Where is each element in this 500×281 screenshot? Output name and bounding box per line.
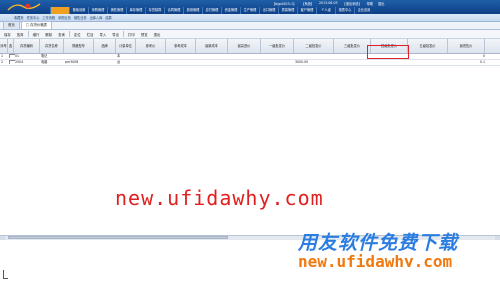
menu-item-14[interactable]: 个人桌 <box>316 7 335 14</box>
column-header-3[interactable]: 存货名称 <box>40 39 64 53</box>
user-info-account: 【bjgs0015-1】 <box>272 2 297 6</box>
tab-bar: 首页 □ 存货价格表 <box>0 21 500 30</box>
menu-item-15[interactable]: 报表中心 <box>335 7 354 14</box>
quick-links-bar: 收藏夹 任务中心 工作流程 采购业务 销售业务 出库入库 结算 <box>0 14 500 22</box>
cell-code[interactable]: 2004 <box>14 59 40 65</box>
column-header-9[interactable]: 最新成本 <box>196 39 228 53</box>
cell-price2[interactable]: 3000.00 <box>294 59 334 65</box>
menu-item-4[interactable]: 库存管理 <box>126 7 145 14</box>
menu-item-1[interactable]: 基础设置 <box>69 7 88 14</box>
menu-item-9[interactable]: 资金管理 <box>221 7 240 14</box>
toolbar-button-10[interactable]: 预览 <box>139 32 150 37</box>
toolbar-button-2[interactable]: 增行 <box>31 32 42 37</box>
watermark-cn: 用友软件免费下载 <box>298 232 459 254</box>
column-header-13[interactable]: 三级批发价 <box>334 39 371 53</box>
toolbar-button-0[interactable]: 保存 <box>2 32 13 37</box>
column-header-12[interactable]: 二级批发价 <box>294 39 334 53</box>
main-menu: 基础设置 采购管理 销售管理 库存管理 存货核算 合同管理 费用管理 应付管理 资金管理 生产管理… <box>50 7 373 14</box>
quick-link-5[interactable]: 出库入库 <box>90 15 103 20</box>
quick-link-6[interactable]: 结算 <box>105 15 111 20</box>
quick-link-0[interactable]: 收藏夹 <box>14 15 24 20</box>
menu-item-5[interactable]: 存货核算 <box>145 7 164 14</box>
cell-unit[interactable]: 台 <box>116 59 136 65</box>
user-info-date: 2013-08-03 <box>319 1 338 5</box>
menu-item-8[interactable]: 应付管理 <box>202 7 221 14</box>
toolbar-separator <box>68 31 70 37</box>
user-info-logout[interactable]: 【退出系统】 <box>343 1 362 6</box>
toolbar-separator <box>27 31 29 37</box>
menu-item-10[interactable]: 生产管理 <box>240 7 259 14</box>
menu-item-13[interactable]: 客户管理 <box>297 7 316 14</box>
toolbar-button-11[interactable]: 退出 <box>152 32 163 37</box>
cell-no[interactable]: 2 <box>0 59 8 65</box>
top-banner: 【bjgs0015-1】 【系统】 2013-08-03 【退出系统】 帮助 退… <box>0 0 500 14</box>
column-header-16[interactable]: 最低售价 <box>448 39 485 53</box>
tab-home[interactable]: 首页 <box>3 21 20 29</box>
toolbar: 保存 放弃 增行 删除 查询 定位 栏目 导入 导出 打印 预览 退出 <box>0 30 500 39</box>
resize-grip-icon[interactable] <box>3 270 8 279</box>
column-header-11[interactable]: 一级批发价 <box>261 39 294 53</box>
menu-item-12[interactable]: 质量管理 <box>278 7 297 14</box>
quick-link-1[interactable]: 任务中心 <box>27 15 40 20</box>
toolbar-separator <box>123 31 125 37</box>
menu-item-0[interactable] <box>50 7 69 14</box>
toolbar-button-6[interactable]: 栏目 <box>85 32 96 37</box>
menu-item-7[interactable]: 费用管理 <box>183 7 202 14</box>
quick-link-3[interactable]: 采购业务 <box>58 15 71 20</box>
scroll-thumb[interactable] <box>8 236 228 239</box>
menu-item-16[interactable]: 企业应用 <box>354 7 373 14</box>
exit-link[interactable]: 退出 <box>378 1 384 6</box>
watermark-center: new.ufidawhy.com <box>115 186 324 210</box>
toolbar-button-5[interactable]: 定位 <box>72 32 83 37</box>
menu-item-11[interactable]: 出口管理 <box>259 7 278 14</box>
menu-item-6[interactable]: 合同管理 <box>164 7 183 14</box>
cell-spec[interactable]: pm3008 <box>64 59 94 65</box>
toolbar-button-9[interactable]: 打印 <box>126 32 137 37</box>
menu-item-2[interactable]: 采购管理 <box>88 7 107 14</box>
column-header-0[interactable]: 序号 <box>0 39 8 53</box>
column-header-15[interactable]: 五级批发价 <box>408 39 448 53</box>
toolbar-button-1[interactable]: 放弃 <box>15 32 26 37</box>
user-info-role: 【系统】 <box>301 2 315 6</box>
toolbar-button-3[interactable]: 删除 <box>43 32 54 37</box>
tab-price-list[interactable]: □ 存货价格表 <box>20 21 53 29</box>
column-header-2[interactable]: 存货编码 <box>14 39 40 53</box>
cell-last[interactable]: 0.1 <box>448 59 487 65</box>
quick-link-4[interactable]: 销售业务 <box>74 15 87 20</box>
app-logo <box>7 3 41 11</box>
column-header-8[interactable]: 参考成本 <box>166 39 196 53</box>
grid-header: 序号选存货编码 存货名称 规格型号 品牌 计量单位 参考价 参考成本 最新成本 最高进价 一级批发… <box>0 39 500 54</box>
column-header-5[interactable]: 品牌 <box>94 39 116 53</box>
toolbar-button-4[interactable]: 查询 <box>56 32 67 37</box>
cell-name[interactable]: 电脑 <box>40 59 64 65</box>
user-info: 【bjgs0015-1】 【系统】 2013-08-03 【退出系统】 帮助 退… <box>272 1 384 6</box>
column-header-4[interactable]: 规格型号 <box>64 39 94 53</box>
toolbar-button-7[interactable]: 导入 <box>97 32 108 37</box>
help-link[interactable]: 帮助 <box>367 1 373 6</box>
scroll-right-button[interactable] <box>495 236 500 240</box>
status-bar <box>0 267 500 281</box>
table-row[interactable]: 2 2004 电脑 pm3008 台 3000.00 0.1 <box>0 59 500 66</box>
scroll-left-button[interactable] <box>0 236 5 240</box>
column-header-6[interactable]: 计量单位 <box>116 39 136 53</box>
column-header-7[interactable]: 参考价 <box>136 39 166 53</box>
column-header-10[interactable]: 最高进价 <box>228 39 261 53</box>
quick-link-2[interactable]: 工作流程 <box>42 15 55 20</box>
menu-item-3[interactable]: 销售管理 <box>107 7 126 14</box>
toolbar-button-8[interactable]: 导出 <box>110 32 121 37</box>
